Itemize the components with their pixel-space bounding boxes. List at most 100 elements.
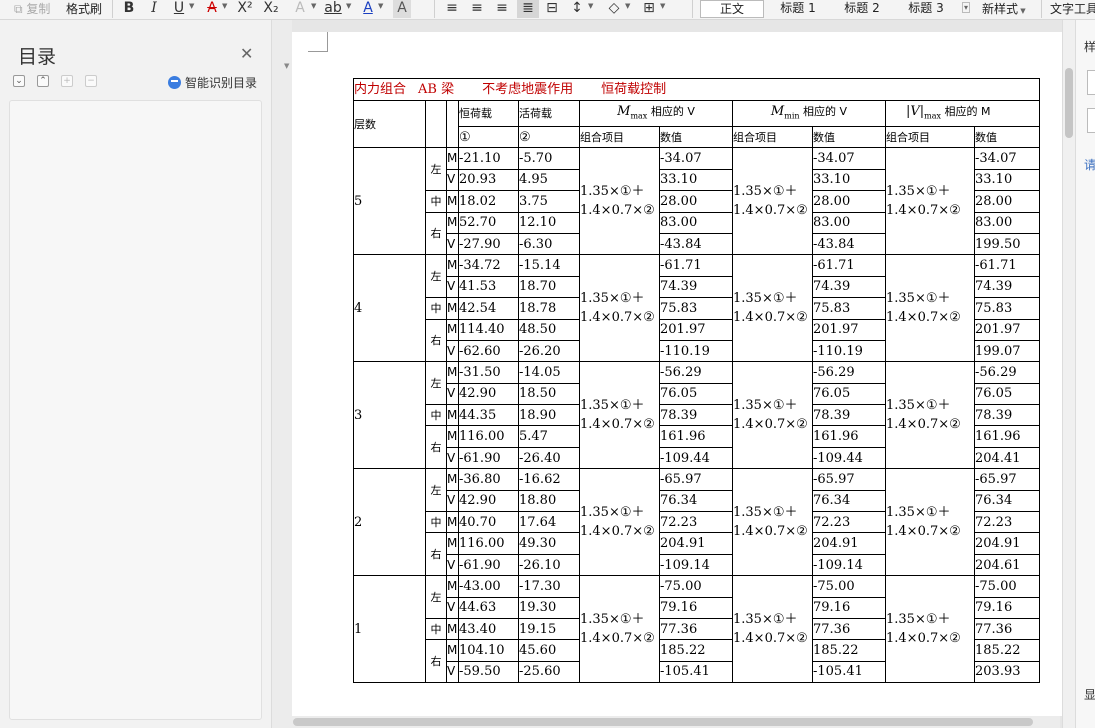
dead-load-cell: 116.00 <box>458 532 519 555</box>
mmin-value-cell: 161.96 <box>812 425 886 448</box>
mmax-value-cell: -65.97 <box>659 468 733 491</box>
internal-force-table[interactable]: 层数 恒荷载 活荷载 Mmax 相应的 V Mmin 相应的 V |V|max … <box>353 99 1040 684</box>
dead-load-cell: -31.50 <box>458 361 519 384</box>
borders-dropdown-icon[interactable]: ▼ <box>660 2 665 10</box>
position-cell: 右 <box>425 318 447 363</box>
font-color-icon[interactable]: A <box>359 0 377 18</box>
force-type-cell: M <box>446 211 459 234</box>
borders-icon[interactable]: ⊞ <box>640 0 658 18</box>
sidebar-toggle-icon[interactable]: ▼ <box>284 62 289 70</box>
bold-icon[interactable]: B <box>120 0 138 18</box>
mmin-value-cell: -109.44 <box>812 446 886 470</box>
add-icon[interactable]: + <box>61 75 73 87</box>
smart-toc-button[interactable]: 智能识别目录 <box>168 74 257 91</box>
highlight-icon[interactable]: ab <box>324 0 342 18</box>
combo-formula-cell: 1.35×①＋1.4×0.7×② <box>885 575 975 684</box>
line-spacing-dropdown-icon[interactable]: ▼ <box>588 2 593 10</box>
document-page[interactable]: 内力组合 AB 梁 不考虑地震作用 恒荷载控制 层数 恒荷载 活荷载 Mmax 相应的… <box>292 32 1062 716</box>
mmax-value-cell: 204.91 <box>659 532 733 555</box>
mmax-value-cell: -75.00 <box>659 575 733 598</box>
text-tools-button[interactable]: 文字工具 <box>1050 0 1095 18</box>
dead-load-cell: -36.80 <box>458 468 519 491</box>
horizontal-scroll-thumb[interactable] <box>293 718 1033 726</box>
align-right-icon[interactable]: ≡ <box>493 0 511 18</box>
vmax-value-cell: 199.07 <box>974 339 1040 363</box>
dead-load-cell: 41.53 <box>458 275 519 299</box>
dead-load-cell: 42.54 <box>458 297 519 320</box>
style-heading-1[interactable]: 标题 1 <box>768 0 828 18</box>
title-part: 不考虑地震作用 <box>482 82 574 97</box>
table-body: 5 左 M -21.10 -5.70 1.35×①＋1.4×0.7×② -34.07 1.35… <box>353 147 1040 684</box>
strikethrough-dropdown-icon[interactable]: ▼ <box>222 2 227 10</box>
pane-label: 样 <box>1084 40 1095 54</box>
highlight-dropdown-icon[interactable]: ▼ <box>346 2 351 10</box>
combo-formula-cell: 1.35×①＋1.4×0.7×② <box>732 575 813 684</box>
pane-link[interactable]: 请 <box>1084 156 1095 173</box>
close-icon[interactable]: ✕ <box>240 44 253 63</box>
italic-icon[interactable]: I <box>145 0 163 18</box>
vertical-scrollbar[interactable] <box>1062 20 1075 728</box>
char-shading-icon[interactable]: A <box>393 0 411 18</box>
table-row: 5 左 M -21.10 -5.70 1.35×①＋1.4×0.7×② -34.07 1.35… <box>353 147 1040 256</box>
header-combo: 组合项目 <box>732 125 813 149</box>
floor-cell: 2 <box>353 468 426 577</box>
header-mmin: Mmin 相应的 V <box>732 100 886 127</box>
mmin-value-cell: -110.19 <box>812 339 886 363</box>
styles-more-icon[interactable]: ▾ <box>962 2 971 13</box>
distribute-icon[interactable]: ⊟ <box>543 0 561 18</box>
vmax-value-cell: 76.05 <box>974 382 1040 406</box>
mmax-value-cell: 76.05 <box>659 382 733 406</box>
mmin-value-cell: -34.07 <box>812 147 886 170</box>
new-style-button[interactable]: 新样式 ▼ <box>982 0 1026 18</box>
vmax-value-cell: -56.29 <box>974 361 1040 384</box>
vmax-value-cell: -34.07 <box>974 147 1040 170</box>
vmax-value-cell: 33.10 <box>974 168 1040 192</box>
live-load-cell: 5.47 <box>518 425 580 448</box>
shading-icon[interactable]: ◇ <box>605 0 623 18</box>
table-row: 1 左 M -43.00 -17.30 1.35×①＋1.4×0.7×② -75.00 1.3… <box>353 575 1040 684</box>
header-value: 数值 <box>659 125 733 149</box>
text-effect-dropdown-icon[interactable]: ▼ <box>311 2 316 10</box>
style-heading-2[interactable]: 标题 2 <box>832 0 892 18</box>
mmin-value-cell: 74.39 <box>812 275 886 299</box>
live-load-cell: -26.10 <box>518 553 580 577</box>
align-center-icon[interactable]: ≡ <box>468 0 486 18</box>
mmax-value-cell: 78.39 <box>659 404 733 427</box>
position-cell: 左 <box>425 575 447 619</box>
header-floor: 层数 <box>353 99 426 149</box>
style-heading-3[interactable]: 标题 3 <box>896 0 956 18</box>
header-value: 数值 <box>812 125 886 149</box>
justify-icon[interactable]: ≣ <box>517 0 539 18</box>
shading-dropdown-icon[interactable]: ▼ <box>625 2 630 10</box>
strikethrough-icon[interactable]: A <box>203 0 221 18</box>
table-title-row[interactable]: 内力组合 AB 梁 不考虑地震作用 恒荷载控制 <box>353 78 1040 100</box>
live-load-cell: -15.14 <box>518 254 580 277</box>
mmax-value-cell: 75.83 <box>659 297 733 320</box>
header-mmax: Mmax 相应的 V <box>579 100 733 127</box>
subscript-icon[interactable]: X₂ <box>262 0 280 18</box>
remove-icon[interactable]: − <box>85 75 97 87</box>
vmax-value-cell: 204.91 <box>974 532 1040 555</box>
pane-input[interactable] <box>1087 70 1095 95</box>
copy-button[interactable]: ⧉ 复制 <box>14 0 50 18</box>
superscript-icon[interactable]: X² <box>236 0 254 18</box>
vmax-value-cell: -61.71 <box>974 254 1040 277</box>
collapse-icon[interactable]: ⌃ <box>37 75 49 87</box>
underline-icon[interactable]: U <box>170 0 188 18</box>
style-normal[interactable]: 正文 <box>700 0 764 18</box>
text-effect-icon[interactable]: A <box>291 0 309 18</box>
format-painter-button[interactable]: 格式刷 <box>66 0 102 18</box>
line-spacing-icon[interactable]: ↕ <box>568 0 586 18</box>
document-canvas: 内力组合 AB 梁 不考虑地震作用 恒荷载控制 层数 恒荷载 活荷载 Mmax 相应的… <box>292 20 1062 716</box>
sidebar-resize-handle[interactable] <box>272 20 292 728</box>
expand-icon[interactable]: ⌄ <box>13 75 25 87</box>
live-load-cell: 18.90 <box>518 404 580 427</box>
align-left-icon[interactable]: ≡ <box>443 0 461 18</box>
combo-formula-cell: 1.35×①＋1.4×0.7×② <box>732 254 813 363</box>
pane-input[interactable] <box>1087 108 1095 133</box>
underline-dropdown-icon[interactable]: ▼ <box>189 2 194 10</box>
force-type-cell: M <box>446 468 459 491</box>
vertical-scroll-thumb[interactable] <box>1065 68 1073 138</box>
horizontal-scrollbar[interactable] <box>280 716 1060 728</box>
font-color-dropdown-icon[interactable]: ▼ <box>378 2 383 10</box>
